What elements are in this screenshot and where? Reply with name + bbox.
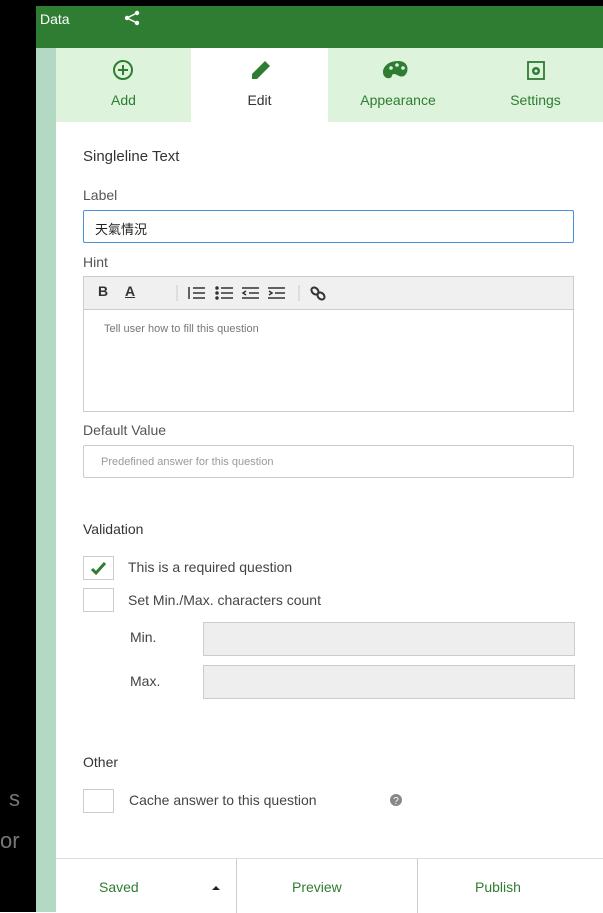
preview-button[interactable]: Preview [237,859,417,913]
tab-settings-label: Settings [510,92,561,108]
palette-icon [383,61,408,79]
window-edge-left [0,0,36,912]
tab-add-label: Add [111,92,136,108]
default-value-placeholder: Predefined answer for this question [101,456,274,468]
tab-edit[interactable]: Edit [191,48,328,122]
min-label: Min. [130,629,157,645]
svg-text:?: ? [393,796,399,807]
tab-settings[interactable]: Settings [468,48,603,122]
tab-edit-label: Edit [247,92,272,108]
minmax-label: Set Min./Max. characters count [128,592,321,608]
max-label: Max. [130,673,161,689]
label-input-value: 天氣情況 [95,222,148,237]
footer-bar: Saved Preview Publish [56,858,603,913]
bullet-list-icon [215,286,233,300]
settings-gear-icon [527,61,545,80]
pencil-icon [252,61,270,79]
caret-up-icon [212,886,220,890]
link-icon [310,286,326,301]
validation-title: Validation [83,521,144,537]
background-text-2: or [0,828,20,853]
background-text-1: s [9,786,20,811]
tab-appearance-label: Appearance [360,92,436,108]
default-value-input[interactable]: Predefined answer for this question [83,445,574,478]
other-title: Other [83,754,119,770]
text-color-button[interactable]: A [125,283,135,299]
cache-checkbox[interactable] [83,789,114,813]
share-icon[interactable] [123,9,141,27]
hint-placeholder: Tell user how to fill this question [104,323,259,335]
hint-toolbar: B A [84,277,573,310]
indent-icon [268,287,285,299]
publish-button[interactable]: Publish [418,859,603,913]
default-value-caption: Default Value [83,422,167,438]
saved-button[interactable]: Saved [56,859,236,913]
checkmark-icon [90,561,107,576]
question-type-title: Singleline Text [83,148,180,165]
data-title: Data [40,11,70,27]
required-checkbox[interactable] [83,556,114,580]
plus-circle-icon [113,60,133,80]
minmax-checkbox[interactable] [83,588,114,612]
list-format-icons [176,285,326,301]
outdent-icon [241,287,259,299]
bold-button[interactable]: B [98,283,108,299]
hint-editor[interactable]: B A Tell user how to fill this question [83,276,574,412]
max-input[interactable] [203,665,575,699]
saved-label: Saved [99,879,139,895]
preview-label: Preview [292,879,342,895]
label-input[interactable]: 天氣情況 [83,210,574,243]
min-input[interactable] [203,622,575,656]
hint-caption: Hint [83,254,108,270]
cache-label: Cache answer to this question [129,792,317,808]
numbered-list-icon [188,287,205,299]
help-icon[interactable]: ? [389,793,403,807]
tab-appearance[interactable]: Appearance [328,48,468,122]
left-rail [36,48,56,912]
required-label: This is a required question [128,559,293,575]
tab-add[interactable]: Add [56,48,191,122]
publish-label: Publish [475,879,521,895]
label-caption: Label [83,187,118,203]
top-bar: Data [36,6,603,48]
tab-bar: Add Edit Appearance Settings [56,48,603,122]
